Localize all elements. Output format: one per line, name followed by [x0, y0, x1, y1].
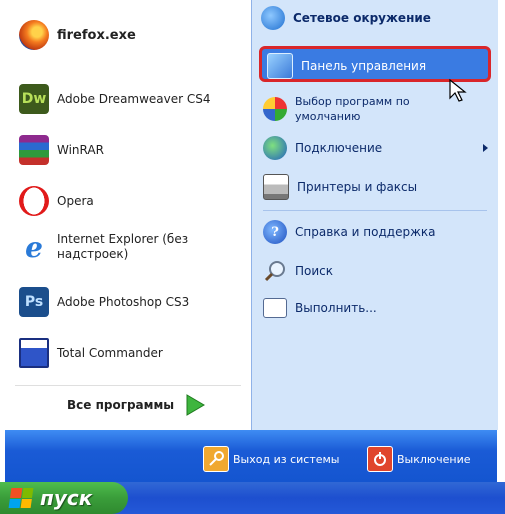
menu-item-label-line1: Internet Explorer (без	[57, 232, 189, 246]
separator	[263, 210, 487, 211]
menu-item-label: Поиск	[295, 263, 334, 278]
shutdown-button[interactable]: Выключение	[367, 446, 471, 472]
menu-item-label: Панель управления	[301, 58, 427, 73]
internet-explorer-icon: e	[25, 230, 43, 264]
menu-item-label: Adobe Photoshop CS3	[57, 294, 190, 309]
opera-icon	[19, 186, 49, 216]
search-magnifier-icon	[264, 261, 285, 282]
menu-item-label: Справка и поддержка	[295, 224, 436, 239]
menu-item-label: Принтеры и факсы	[297, 179, 418, 194]
menu-item-label: Internet Explorer (без надстроек)	[57, 232, 188, 262]
start-button[interactable]: пуск	[0, 482, 128, 514]
start-menu: firefox.exe Dw Adobe Dreamweaver CS4 Win…	[5, 0, 498, 482]
total-commander-icon	[19, 338, 49, 368]
mouse-cursor-icon	[449, 78, 467, 102]
menu-item-photoshop[interactable]: Ps Adobe Photoshop CS3	[19, 287, 189, 317]
printer-icon	[263, 174, 289, 200]
menu-item-label-line1: Выбор программ по	[295, 95, 410, 108]
menu-item-label: Opera	[57, 193, 94, 208]
menu-item-label-line2: умолчанию	[295, 110, 361, 123]
menu-item-winrar[interactable]: WinRAR	[19, 135, 104, 165]
menu-item-label: Сетевое окружение	[293, 10, 431, 25]
default-programs-icon	[263, 97, 287, 121]
menu-item-connect[interactable]: Подключение	[263, 136, 382, 160]
menu-item-opera[interactable]: Opera	[19, 186, 94, 216]
menu-item-label: firefox.exe	[57, 27, 136, 43]
run-icon	[263, 298, 287, 318]
menu-item-label: Выбор программ по умолчанию	[295, 94, 410, 124]
taskbar: пуск	[0, 482, 505, 514]
menu-item-label: Выполнить...	[295, 300, 377, 315]
menu-item-label-line2: надстроек)	[57, 247, 129, 261]
menu-item-control-panel[interactable]: Панель управления	[267, 53, 426, 79]
winrar-icon	[19, 135, 49, 165]
menu-item-total-commander[interactable]: Total Commander	[19, 338, 163, 368]
submenu-arrow-icon	[483, 144, 488, 152]
all-programs-label: Все программы	[67, 398, 175, 412]
logoff-button[interactable]: Выход из системы	[203, 446, 339, 472]
firefox-icon	[19, 20, 49, 50]
menu-item-firefox[interactable]: firefox.exe	[19, 20, 136, 50]
logoff-label: Выход из системы	[233, 452, 340, 466]
help-icon: ?	[263, 220, 287, 244]
menu-item-label: Подключение	[295, 140, 383, 155]
menu-item-run[interactable]: Выполнить...	[263, 298, 377, 318]
key-icon	[203, 446, 229, 472]
menu-item-internet-explorer[interactable]: e Internet Explorer (без надстроек)	[19, 230, 188, 264]
menu-item-help[interactable]: ? Справка и поддержка	[263, 220, 436, 244]
menu-item-default-programs[interactable]: Выбор программ по умолчанию	[263, 94, 410, 124]
all-programs-button[interactable]: Все программы	[67, 393, 206, 417]
photoshop-icon: Ps	[19, 287, 49, 317]
start-label: пуск	[40, 486, 93, 510]
menu-item-printers[interactable]: Принтеры и факсы	[263, 174, 417, 200]
separator	[15, 385, 241, 386]
menu-item-label: Adobe Dreamweaver CS4	[57, 91, 211, 106]
windows-logo-icon	[8, 488, 34, 508]
connect-globe-icon	[263, 136, 287, 160]
network-globe-icon	[261, 6, 285, 30]
menu-item-search[interactable]: Поиск	[263, 259, 333, 283]
power-icon	[367, 446, 393, 472]
shutdown-label: Выключение	[397, 452, 471, 466]
menu-item-label: Total Commander	[57, 345, 163, 360]
menu-item-label: WinRAR	[57, 142, 104, 157]
menu-item-network[interactable]: Сетевое окружение	[261, 6, 431, 30]
menu-item-dreamweaver[interactable]: Dw Adobe Dreamweaver CS4	[19, 84, 211, 114]
green-arrow-icon	[186, 394, 206, 416]
control-panel-icon	[267, 53, 293, 79]
pinned-programs-panel: firefox.exe Dw Adobe Dreamweaver CS4 Win…	[5, 0, 251, 430]
dreamweaver-icon: Dw	[19, 84, 49, 114]
